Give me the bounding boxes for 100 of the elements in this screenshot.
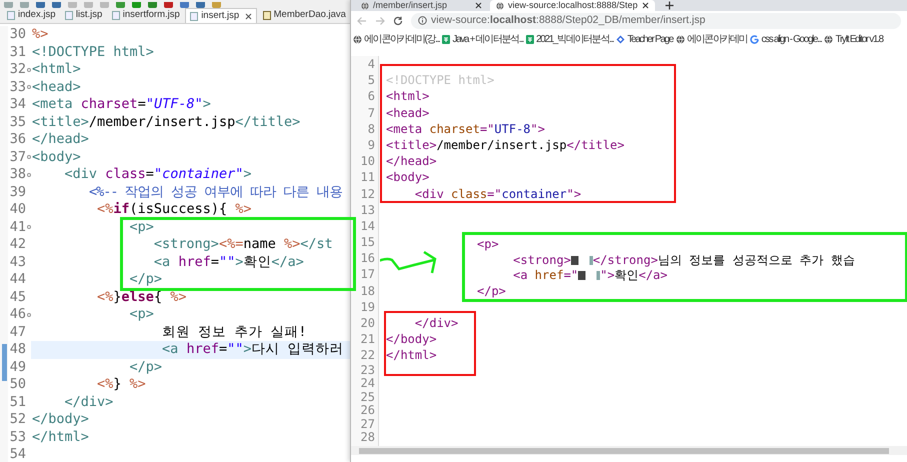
fold-icon[interactable] — [27, 312, 31, 317]
file-tab[interactable]: index.jsp — [3, 8, 60, 23]
code-line: </body> — [32, 411, 89, 427]
file-tab[interactable]: list.jsp — [60, 8, 106, 23]
code-line: <p> — [477, 237, 499, 251]
code-line: <body> — [32, 148, 81, 164]
line-number: 40 — [8, 201, 26, 218]
line-number: 8 — [368, 122, 375, 136]
jsp-file-icon — [112, 11, 120, 20]
jsp-file-icon — [7, 11, 15, 20]
code-line: <a href="">확인</a> — [152, 254, 304, 270]
file-tab[interactable]: insert.jsp — [185, 8, 258, 23]
line-number: 32 — [8, 61, 26, 78]
fold-icon[interactable] — [27, 68, 31, 72]
line-number: 27 — [360, 416, 375, 431]
code-line: <!DOCTYPE html> — [32, 44, 154, 60]
code-line: </html> — [32, 428, 89, 444]
line-number: 50 — [8, 376, 26, 394]
code-line: <body> — [386, 170, 430, 184]
fold-icon[interactable] — [27, 85, 31, 90]
bookmark[interactable]: TryIt Editor v1.8 — [824, 32, 883, 47]
google-icon — [750, 35, 760, 44]
file-tab[interactable]: MemberDao.java — [258, 8, 350, 23]
fold-icon[interactable] — [27, 225, 31, 230]
code-line: </head> — [386, 154, 437, 168]
code-line: <p> — [128, 218, 154, 234]
fold-icon[interactable] — [27, 155, 31, 160]
line-number: 11 — [360, 170, 375, 184]
line-number: 4 — [368, 57, 375, 71]
new-tab-icon[interactable] — [664, 1, 674, 10]
diamond-icon — [616, 35, 626, 44]
line-number: 24 — [360, 376, 375, 390]
browser-tab[interactable]: view-source:localhost:8888/Step — [490, 0, 655, 11]
line-number: 18 — [360, 284, 375, 298]
browser-tab[interactable]: /member/insert.jsp — [355, 0, 488, 11]
fold-icon[interactable] — [27, 172, 31, 177]
line-number: 21 — [360, 332, 375, 346]
code-line: <strong><%=name %></st — [152, 236, 333, 252]
line-number: 9 — [368, 138, 375, 152]
code-line: <%} %> — [96, 376, 146, 392]
line-number: 10 — [360, 154, 375, 168]
line-number: 5 — [368, 73, 375, 88]
bookmark[interactable]: 에이콘아카데미(강... — [353, 32, 440, 47]
line-number: 15 — [360, 235, 375, 250]
code-line: <html> — [32, 61, 81, 77]
code-line: </p> — [128, 271, 162, 287]
close-icon[interactable] — [245, 12, 252, 20]
line-number: 22 — [360, 348, 375, 362]
code-line: <%if(isSuccess){ %> — [96, 201, 252, 217]
bookmark[interactable]: css align - Google... — [750, 32, 822, 47]
code-line: </div> — [414, 316, 458, 330]
line-number: 13 — [360, 202, 375, 217]
code-line: %> — [32, 26, 48, 42]
back-icon[interactable] — [357, 16, 367, 26]
forward-icon[interactable] — [375, 16, 385, 26]
change-marker — [2, 344, 7, 381]
line-number: 42 — [8, 236, 26, 254]
line-number: 36 — [8, 131, 26, 148]
line-number: 12 — [360, 186, 375, 200]
close-icon[interactable] — [475, 2, 482, 9]
jsp-file-icon — [190, 12, 198, 20]
code-line: <meta charset="UTF-8"> — [386, 122, 545, 136]
code-line: <a href=" ">확인</a> — [512, 268, 668, 282]
code-line: </p> — [477, 284, 506, 298]
line-number: 41 — [8, 218, 26, 236]
java-file-icon — [262, 11, 271, 20]
line-number: 49 — [8, 358, 26, 376]
code-line: 회원 정보 추가 실패! — [161, 324, 307, 340]
bookmark[interactable]: Teacher Page — [616, 32, 673, 47]
code-line: <meta charset="UTF-8"> — [32, 96, 211, 112]
line-number: 30 — [8, 26, 26, 44]
line-number: 51 — [8, 394, 26, 411]
line-number: 54 — [8, 446, 26, 462]
bookmark[interactable]: Java + 데이터분석... — [442, 32, 524, 47]
line-number: 23 — [360, 362, 375, 377]
line-number: 34 — [8, 96, 26, 114]
line-number: 17 — [360, 267, 375, 282]
code-line: <div class="container"> — [64, 166, 252, 182]
reload-icon[interactable] — [393, 16, 403, 26]
bookmark[interactable]: 2021_빅데이터분석... — [526, 32, 614, 47]
code-line: </body> — [386, 332, 437, 346]
line-number: 31 — [8, 44, 26, 61]
address-field[interactable]: view-source:localhost:8888/Step02_DB/member/insert.jsp — [411, 12, 901, 28]
horizontal-scrollbar[interactable] — [351, 446, 907, 455]
code-line: <!DOCTYPE html> — [386, 73, 494, 88]
spreadsheet-icon — [526, 35, 534, 44]
code-line: </html> — [386, 348, 437, 362]
url-text: view-source:localhost:8888/Step02_DB/member/insert.jsp — [431, 12, 706, 28]
code-line: <p> — [128, 306, 154, 322]
code-line: <%}else{ %> — [96, 288, 186, 304]
scrollbar-thumb[interactable] — [359, 448, 889, 454]
info-icon — [418, 16, 427, 25]
line-number: 37 — [8, 148, 26, 166]
line-number: 52 — [8, 411, 26, 428]
code-line: <title>/member/insert.jsp</title> — [386, 138, 624, 152]
file-tab[interactable]: insertform.jsp — [108, 8, 184, 23]
close-icon[interactable] — [642, 2, 649, 9]
line-number: 25 — [360, 390, 375, 404]
bookmark[interactable]: 에이콘아카데미 — [676, 32, 748, 47]
code-line: <%-- 작업의 성공 여부에 따라 다른 내용 — [88, 184, 342, 200]
